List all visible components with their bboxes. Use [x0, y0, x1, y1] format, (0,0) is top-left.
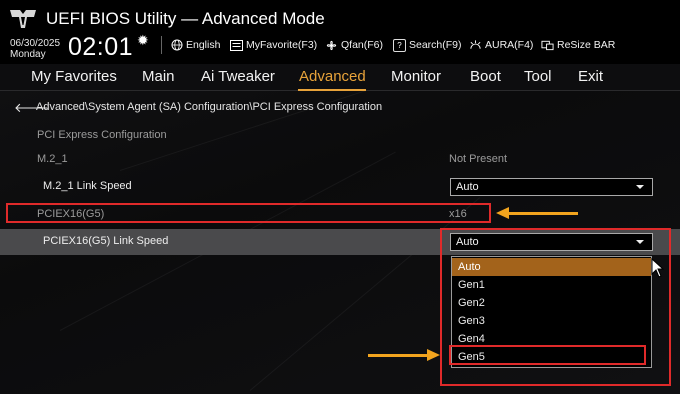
active-menu-indicator — [298, 89, 366, 91]
option-gen1[interactable]: Gen1 — [452, 276, 651, 294]
menu-monitor[interactable]: Monitor — [391, 68, 441, 85]
bios-window: UEFI BIOS Utility — Advanced Mode 06/30/… — [0, 0, 680, 394]
menu-tool[interactable]: Tool — [524, 68, 552, 85]
m2-1-label: M.2_1 — [37, 153, 68, 165]
resize-bar-button[interactable]: ReSize BAR — [541, 37, 615, 53]
annotation-arrow-left-icon — [496, 207, 509, 219]
annotation-arrow-right-icon — [427, 349, 440, 361]
aura-button[interactable]: AURA(F4) — [469, 37, 533, 53]
search-label: Search(F9) — [409, 39, 462, 51]
myfavorite-label: MyFavorite(F3) — [246, 39, 318, 51]
m2-1-link-speed-label: M.2_1 Link Speed — [43, 180, 132, 192]
resize-bar-icon — [541, 39, 554, 52]
option-gen2[interactable]: Gen2 — [452, 294, 651, 312]
aura-icon — [469, 39, 482, 52]
app-title: UEFI BIOS Utility — Advanced Mode — [46, 9, 325, 28]
fan-icon — [325, 39, 338, 52]
menu-ai-tweaker[interactable]: Ai Tweaker — [201, 68, 275, 85]
gear-icon[interactable]: ✹ — [137, 33, 149, 47]
day-display: Monday — [10, 49, 46, 60]
pciex16-label: PCIEX16(G5) — [37, 208, 105, 220]
chevron-down-icon — [636, 240, 644, 244]
qfan-label: Qfan(F6) — [341, 39, 384, 51]
pciex16-width-value: x16 — [449, 208, 467, 220]
menu-boot[interactable]: Boot — [470, 68, 501, 85]
myfavorite-button[interactable]: MyFavorite(F3) — [230, 37, 317, 53]
help-search-icon: ? — [393, 38, 406, 52]
m2-1-status: Not Present — [449, 153, 508, 165]
pciex16-link-speed-select[interactable]: Auto — [450, 233, 653, 251]
tuf-logo-icon — [10, 10, 36, 28]
language-label: English — [186, 39, 221, 51]
toolbar-divider — [161, 36, 162, 54]
qfan-button[interactable]: Qfan(F6) — [325, 37, 383, 53]
menu-main[interactable]: Main — [142, 68, 175, 85]
background-line — [249, 197, 481, 391]
breadcrumb: Advanced\System Agent (SA) Configuration… — [36, 101, 383, 113]
menu-exit[interactable]: Exit — [578, 68, 603, 85]
link-speed-dropdown: Auto Gen1 Gen2 Gen3 Gen4 Gen5 — [451, 256, 652, 368]
menu-my-favorites[interactable]: My Favorites — [31, 68, 117, 85]
date-display: 06/30/2025 — [10, 38, 61, 49]
annotation-arrow-line — [508, 212, 578, 215]
option-gen5[interactable]: Gen5 — [452, 348, 651, 366]
option-auto[interactable]: Auto — [452, 258, 651, 276]
resize-bar-label: ReSize BAR — [557, 39, 616, 51]
clock-display: 02:01 — [68, 33, 134, 61]
m2-1-link-speed-select[interactable]: Auto — [450, 178, 653, 196]
section-title: PCI Express Configuration — [37, 129, 167, 141]
globe-icon — [170, 39, 183, 52]
pciex16-link-speed-label[interactable]: PCIEX16(G5) Link Speed — [43, 235, 168, 247]
option-gen4[interactable]: Gen4 — [452, 330, 651, 348]
language-button[interactable]: English — [170, 37, 220, 53]
annotation-arrow-line — [368, 354, 428, 357]
option-gen3[interactable]: Gen3 — [452, 312, 651, 330]
menu-advanced[interactable]: Advanced — [299, 68, 366, 85]
mouse-cursor-icon — [651, 258, 665, 278]
aura-label: AURA(F4) — [485, 39, 534, 51]
search-button[interactable]: ? Search(F9) — [393, 37, 462, 53]
m2-1-link-speed-value: Auto — [456, 181, 479, 193]
chevron-down-icon — [636, 185, 644, 189]
myfavorite-icon — [230, 39, 243, 52]
pciex16-link-speed-value: Auto — [456, 236, 479, 248]
